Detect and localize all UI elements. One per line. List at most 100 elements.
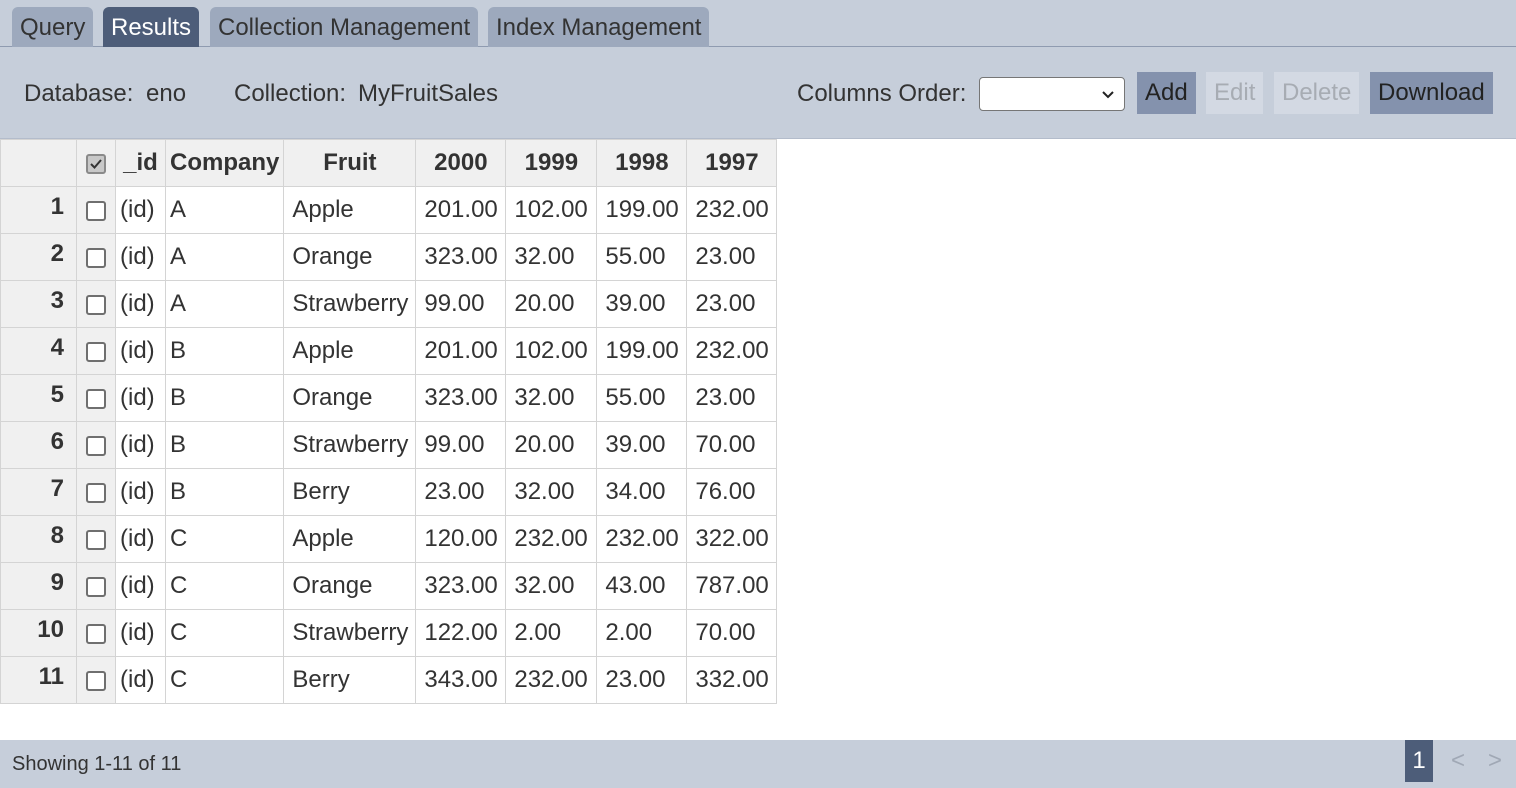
column-header-1998[interactable]: 1998 [596,139,688,187]
column-header-fruit[interactable]: Fruit [283,139,417,187]
tab-results[interactable]: Results [103,7,200,47]
cell-1997[interactable]: 332.00 [686,656,778,704]
column-header-1997[interactable]: 1997 [686,139,778,187]
table-row[interactable]: 11 (id) C Berry 343.00 232.00 23.00 332.… [0,656,778,704]
row-checkbox[interactable] [76,233,116,281]
cell-1997[interactable]: 232.00 [686,327,778,375]
table-row[interactable]: 6 (id) B Strawberry 99.00 20.00 39.00 70… [0,421,778,469]
cell-id[interactable]: (id) [115,327,166,375]
cell-1999[interactable]: 102.00 [505,327,598,375]
cell-1997[interactable]: 76.00 [686,468,778,516]
cell-2000[interactable]: 323.00 [415,374,507,422]
cell-fruit[interactable]: Apple [283,515,417,563]
row-checkbox[interactable] [76,421,116,469]
cell-1999[interactable]: 20.00 [505,280,598,328]
table-row[interactable]: 9 (id) C Orange 323.00 32.00 43.00 787.0… [0,562,778,610]
cell-2000[interactable]: 99.00 [415,280,507,328]
cell-1998[interactable]: 23.00 [596,656,688,704]
cell-fruit[interactable]: Strawberry [283,421,417,469]
table-row[interactable]: 7 (id) B Berry 23.00 32.00 34.00 76.00 [0,468,778,516]
cell-2000[interactable]: 23.00 [415,468,507,516]
cell-company[interactable]: B [164,421,285,469]
cell-fruit[interactable]: Berry [283,656,417,704]
download-button[interactable]: Download [1370,72,1493,114]
cell-company[interactable]: A [164,186,285,234]
cell-1998[interactable]: 39.00 [596,421,688,469]
table-row[interactable]: 2 (id) A Orange 323.00 32.00 55.00 23.00 [0,233,778,281]
cell-1998[interactable]: 232.00 [596,515,688,563]
cell-1999[interactable]: 102.00 [505,186,598,234]
cell-1998[interactable]: 43.00 [596,562,688,610]
cell-company[interactable]: B [164,468,285,516]
cell-id[interactable]: (id) [115,280,166,328]
cell-1998[interactable]: 2.00 [596,609,688,657]
cell-1997[interactable]: 23.00 [686,233,778,281]
delete-button[interactable]: Delete [1274,72,1360,114]
cell-id[interactable]: (id) [115,421,166,469]
cell-1999[interactable]: 32.00 [505,233,598,281]
table-row[interactable]: 5 (id) B Orange 323.00 32.00 55.00 23.00 [0,374,778,422]
cell-2000[interactable]: 99.00 [415,421,507,469]
cell-1998[interactable]: 199.00 [596,186,688,234]
cell-2000[interactable]: 323.00 [415,233,507,281]
row-checkbox[interactable] [76,327,116,375]
table-row[interactable]: 8 (id) C Apple 120.00 232.00 232.00 322.… [0,515,778,563]
cell-fruit[interactable]: Strawberry [283,280,417,328]
cell-1997[interactable]: 23.00 [686,374,778,422]
edit-button[interactable]: Edit [1206,72,1264,114]
next-page-button[interactable]: > [1483,740,1507,782]
select-all-checkbox[interactable] [76,139,116,187]
cell-1999[interactable]: 20.00 [505,421,598,469]
cell-1997[interactable]: 70.00 [686,609,778,657]
tab-index-management[interactable]: Index Management [488,7,710,47]
cell-1999[interactable]: 32.00 [505,374,598,422]
cell-1997[interactable]: 322.00 [686,515,778,563]
cell-id[interactable]: (id) [115,562,166,610]
cell-2000[interactable]: 343.00 [415,656,507,704]
row-checkbox[interactable] [76,186,116,234]
table-row[interactable]: 3 (id) A Strawberry 99.00 20.00 39.00 23… [0,280,778,328]
cell-fruit[interactable]: Orange [283,562,417,610]
tab-query[interactable]: Query [12,7,94,47]
cell-id[interactable]: (id) [115,515,166,563]
table-row[interactable]: 4 (id) B Apple 201.00 102.00 199.00 232.… [0,327,778,375]
row-checkbox[interactable] [76,609,116,657]
cell-1999[interactable]: 32.00 [505,468,598,516]
cell-1999[interactable]: 232.00 [505,656,598,704]
cell-company[interactable]: C [164,609,285,657]
cell-2000[interactable]: 201.00 [415,186,507,234]
cell-fruit[interactable]: Orange [283,233,417,281]
cell-fruit[interactable]: Orange [283,374,417,422]
table-row[interactable]: 10 (id) C Strawberry 122.00 2.00 2.00 70… [0,609,778,657]
cell-id[interactable]: (id) [115,233,166,281]
row-checkbox[interactable] [76,468,116,516]
cell-1999[interactable]: 232.00 [505,515,598,563]
cell-fruit[interactable]: Berry [283,468,417,516]
cell-company[interactable]: C [164,562,285,610]
cell-1998[interactable]: 39.00 [596,280,688,328]
cell-1998[interactable]: 55.00 [596,374,688,422]
cell-company[interactable]: B [164,327,285,375]
cell-1998[interactable]: 34.00 [596,468,688,516]
cell-1998[interactable]: 199.00 [596,327,688,375]
cell-fruit[interactable]: Apple [283,327,417,375]
tab-collection-management[interactable]: Collection Management [210,7,479,47]
cell-1997[interactable]: 787.00 [686,562,778,610]
column-header-1999[interactable]: 1999 [505,139,598,187]
table-row[interactable]: 1 (id) A Apple 201.00 102.00 199.00 232.… [0,186,778,234]
cell-company[interactable]: B [164,374,285,422]
cell-company[interactable]: A [164,233,285,281]
cell-1997[interactable]: 23.00 [686,280,778,328]
cell-id[interactable]: (id) [115,374,166,422]
cell-id[interactable]: (id) [115,609,166,657]
cell-id[interactable]: (id) [115,186,166,234]
row-checkbox[interactable] [76,280,116,328]
columns-order-select[interactable] [979,77,1125,111]
column-header-company[interactable]: Company [164,139,285,187]
cell-2000[interactable]: 122.00 [415,609,507,657]
row-checkbox[interactable] [76,515,116,563]
cell-company[interactable]: C [164,515,285,563]
add-button[interactable]: Add [1137,72,1196,114]
row-checkbox[interactable] [76,656,116,704]
cell-fruit[interactable]: Strawberry [283,609,417,657]
